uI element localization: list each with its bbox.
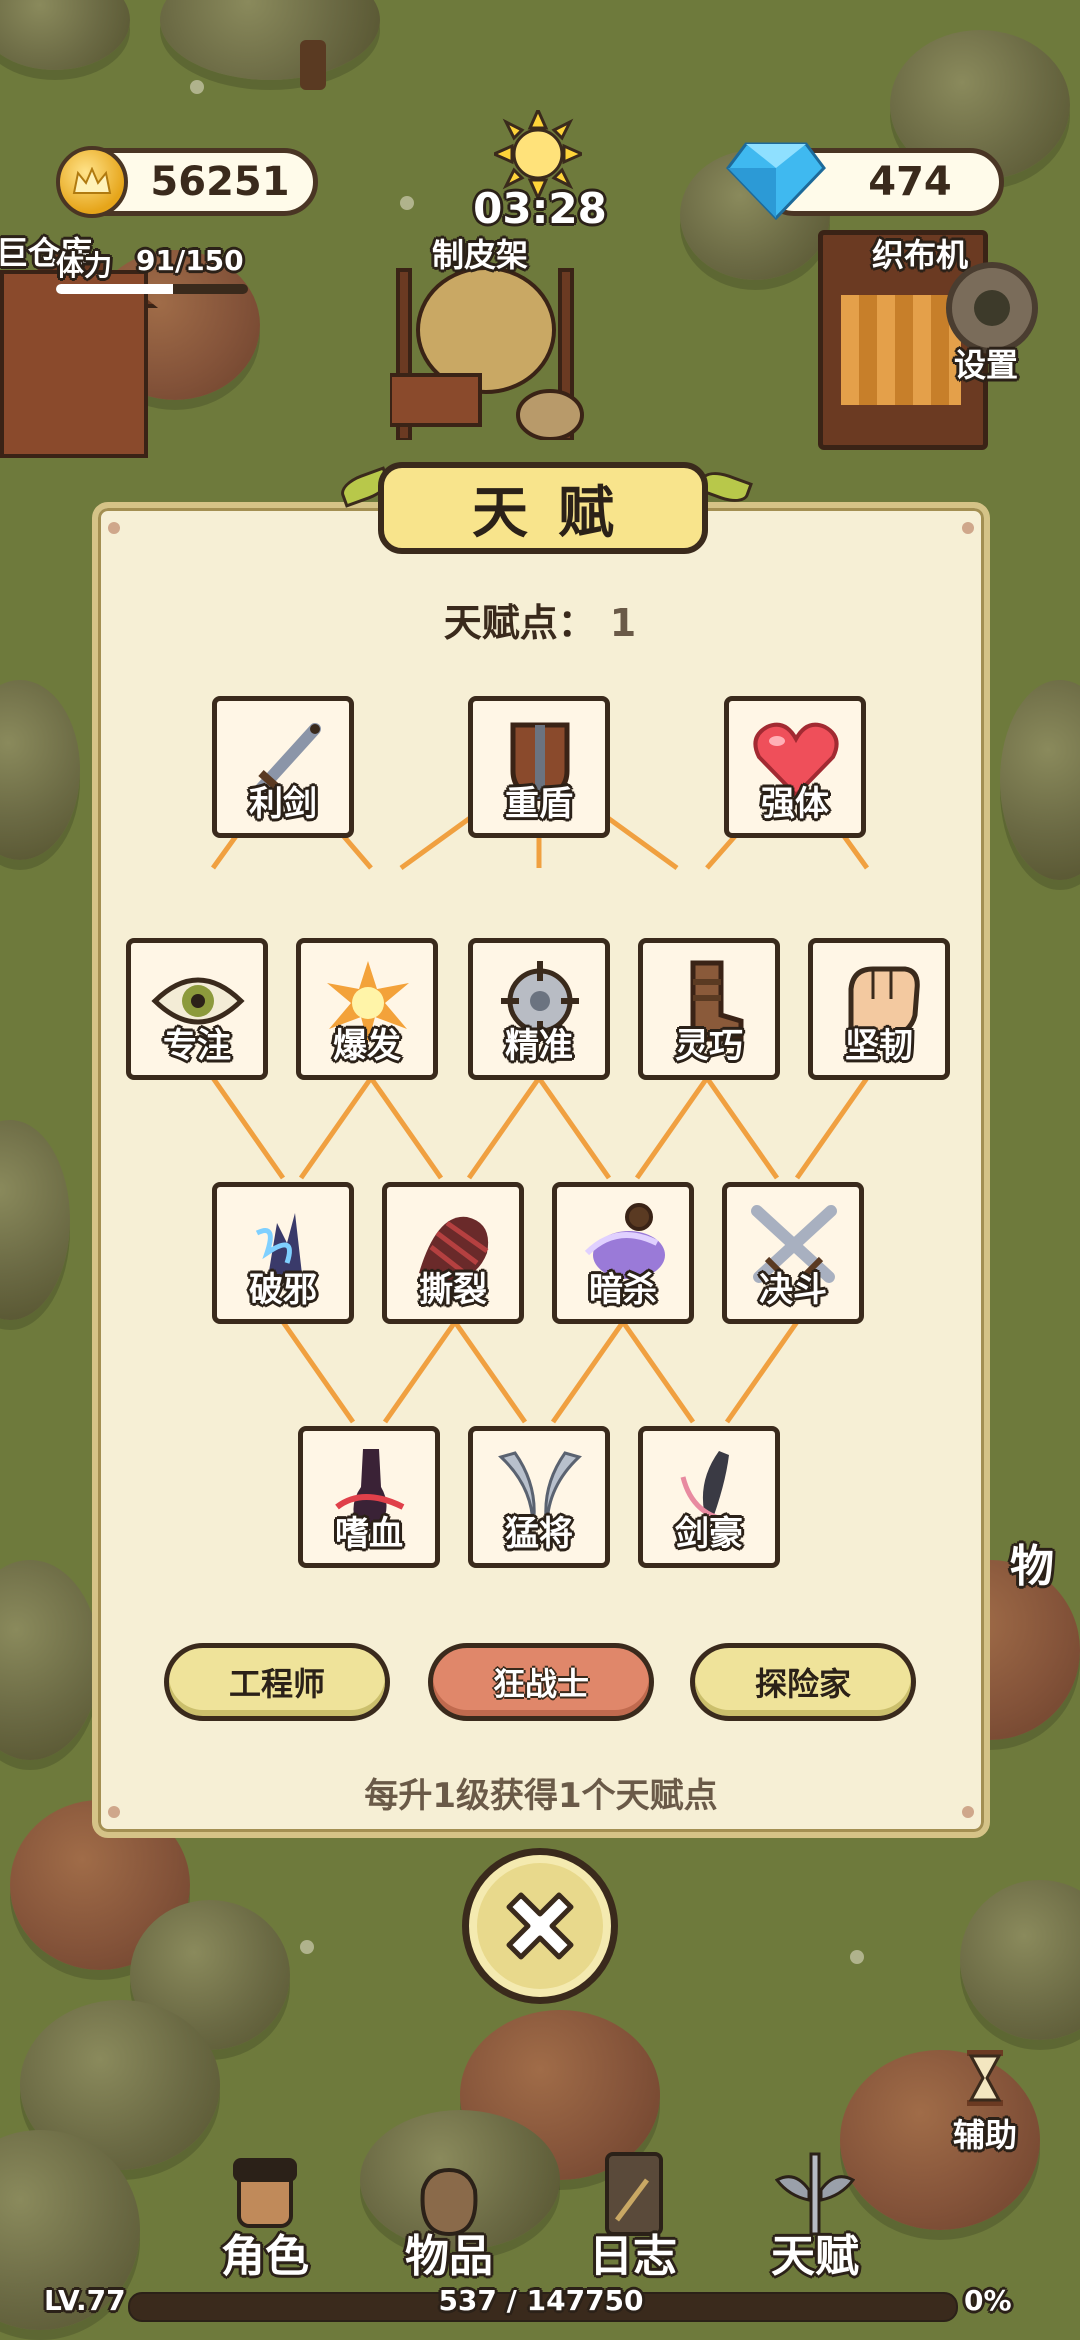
class-engineer-button[interactable]: 工程师 [164, 1643, 390, 1721]
talent-node-bloodthirst[interactable]: 嗜血 [298, 1426, 440, 1568]
class-explorer-button[interactable]: 探险家 [690, 1643, 916, 1721]
talent-name: 爆发 [333, 1026, 401, 1066]
connector-line [280, 1320, 356, 1424]
talent-name: 撕裂 [419, 1270, 487, 1310]
connector-line [704, 1076, 780, 1180]
talent-node-swordmaster[interactable]: 剑豪 [638, 1426, 780, 1568]
talent-name: 利剑 [249, 784, 317, 824]
class-berserker-button[interactable]: 狂战士 [428, 1643, 654, 1721]
connector-line [368, 1076, 444, 1180]
talent-node-assassinate[interactable]: 暗杀 [552, 1182, 694, 1324]
connector-line [452, 1320, 528, 1424]
talent-node-sword[interactable]: 利剑 [212, 696, 354, 838]
assist-button[interactable]: 辅助 [940, 2050, 1030, 2156]
connector-line [550, 1320, 626, 1424]
talent-name: 嗜血 [335, 1514, 403, 1554]
talent-node-heavy-shield[interactable]: 重盾 [468, 696, 610, 838]
connector-line [724, 1320, 800, 1424]
player-level: LV.77 [44, 2284, 126, 2317]
talent-node-constitution[interactable]: 强体 [724, 696, 866, 838]
talent-name: 强体 [761, 784, 829, 824]
talent-name: 重盾 [505, 784, 573, 824]
talent-name: 坚韧 [845, 1026, 913, 1066]
connector-line [536, 1076, 612, 1180]
talent-name: 专注 [163, 1026, 231, 1066]
talent-node-burst[interactable]: 爆发 [296, 938, 438, 1080]
nav-label: 天赋 [771, 2231, 859, 2282]
connector-line [466, 1076, 542, 1180]
talent-node-rend[interactable]: 撕裂 [382, 1182, 524, 1324]
talent-node-precision[interactable]: 精准 [468, 938, 610, 1080]
talent-name: 灵巧 [675, 1026, 743, 1066]
xp-text: 537 / 147750 [438, 2284, 644, 2317]
nav-label: 日志 [589, 2231, 677, 2282]
talent-name: 破邪 [249, 1270, 317, 1310]
talent-node-focus[interactable]: 专注 [126, 938, 268, 1080]
connector-line [620, 1320, 696, 1424]
talent-name: 猛将 [505, 1514, 573, 1554]
connector-line [210, 1076, 286, 1180]
talent-hint: 每升1级获得1个天赋点 [364, 1776, 718, 1816]
hourglass-icon [967, 2050, 1003, 2106]
talent-name: 精准 [505, 1026, 573, 1066]
nav-label: 物品 [405, 2231, 493, 2282]
nav-journal[interactable]: 日志 [568, 2150, 698, 2290]
talent-name: 剑豪 [675, 1514, 743, 1554]
connector-line [634, 1076, 710, 1180]
xp-percent: 0% [964, 2284, 1012, 2317]
nav-talent[interactable]: 天赋 [750, 2150, 880, 2290]
talent-name: 暗杀 [589, 1270, 657, 1310]
close-icon [506, 1892, 574, 1960]
talent-node-warlord[interactable]: 猛将 [468, 1426, 610, 1568]
talent-node-duel[interactable]: 决斗 [722, 1182, 864, 1324]
talent-node-purify[interactable]: 破邪 [212, 1182, 354, 1324]
nav-label: 角色 [221, 2231, 309, 2282]
nav-items[interactable]: 物品 [384, 2150, 514, 2290]
talent-name: 决斗 [759, 1270, 827, 1310]
connector-line [794, 1076, 870, 1180]
connector-line [298, 1076, 374, 1180]
connector-line [382, 1320, 458, 1424]
assist-label: 辅助 [952, 2116, 1017, 2154]
talent-node-agility[interactable]: 灵巧 [638, 938, 780, 1080]
talent-node-toughness[interactable]: 坚韧 [808, 938, 950, 1080]
close-button[interactable] [462, 1848, 618, 2004]
nav-character[interactable]: 角色 [200, 2150, 330, 2290]
